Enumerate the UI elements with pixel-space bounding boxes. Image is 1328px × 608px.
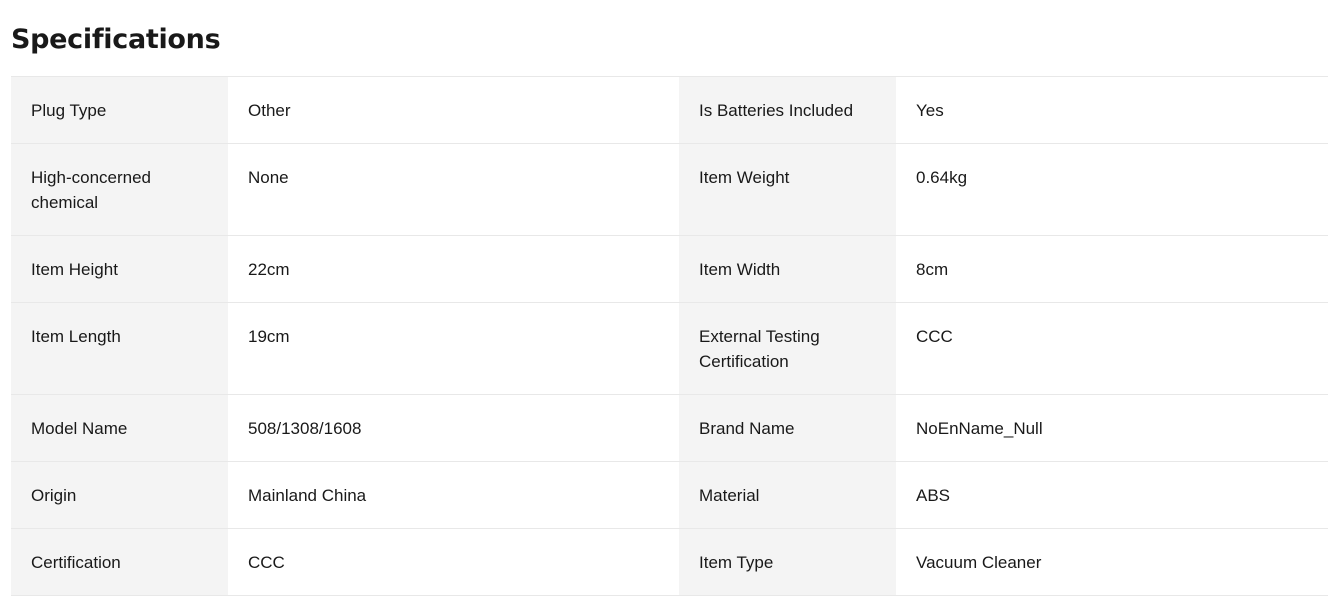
spec-value: 22cm bbox=[228, 235, 679, 303]
spec-value: None bbox=[228, 143, 679, 236]
spec-row: High-concerned chemical None Item Weight… bbox=[11, 143, 1328, 236]
spec-key: Is Batteries Included bbox=[679, 76, 896, 144]
spec-value: ABS bbox=[896, 461, 1328, 529]
spec-value: Other bbox=[228, 76, 679, 144]
spec-key: Item Type bbox=[679, 528, 896, 596]
spec-key: Brand Name bbox=[679, 394, 896, 462]
spec-row: Origin Mainland China Material ABS bbox=[11, 461, 1328, 529]
specifications-table: Plug Type Other Is Batteries Included Ye… bbox=[11, 76, 1328, 596]
spec-row: Plug Type Other Is Batteries Included Ye… bbox=[11, 76, 1328, 144]
spec-row: Model Name 508/1308/1608 Brand Name NoEn… bbox=[11, 394, 1328, 462]
spec-value: CCC bbox=[896, 302, 1328, 395]
spec-value: NoEnName_Null bbox=[896, 394, 1328, 462]
spec-value: CCC bbox=[228, 528, 679, 596]
spec-key: Material bbox=[679, 461, 896, 529]
spec-row: Certification CCC Item Type Vacuum Clean… bbox=[11, 528, 1328, 596]
page-title: Specifications bbox=[11, 24, 221, 55]
spec-key: Certification bbox=[11, 528, 228, 596]
spec-key: Model Name bbox=[11, 394, 228, 462]
spec-key: Item Weight bbox=[679, 143, 896, 236]
spec-key: Item Width bbox=[679, 235, 896, 303]
spec-key: External Testing Certification bbox=[679, 302, 896, 395]
spec-value: 19cm bbox=[228, 302, 679, 395]
spec-value: 8cm bbox=[896, 235, 1328, 303]
spec-key: Item Length bbox=[11, 302, 228, 395]
spec-value: Yes bbox=[896, 76, 1328, 144]
spec-key: High-concerned chemical bbox=[11, 143, 228, 236]
spec-key: Item Height bbox=[11, 235, 228, 303]
spec-key: Plug Type bbox=[11, 76, 228, 144]
spec-value: 0.64kg bbox=[896, 143, 1328, 236]
spec-value: Mainland China bbox=[228, 461, 679, 529]
spec-row: Item Length 19cm External Testing Certif… bbox=[11, 302, 1328, 395]
spec-value: 508/1308/1608 bbox=[228, 394, 679, 462]
spec-value: Vacuum Cleaner bbox=[896, 528, 1328, 596]
spec-row: Item Height 22cm Item Width 8cm bbox=[11, 235, 1328, 303]
spec-key: Origin bbox=[11, 461, 228, 529]
